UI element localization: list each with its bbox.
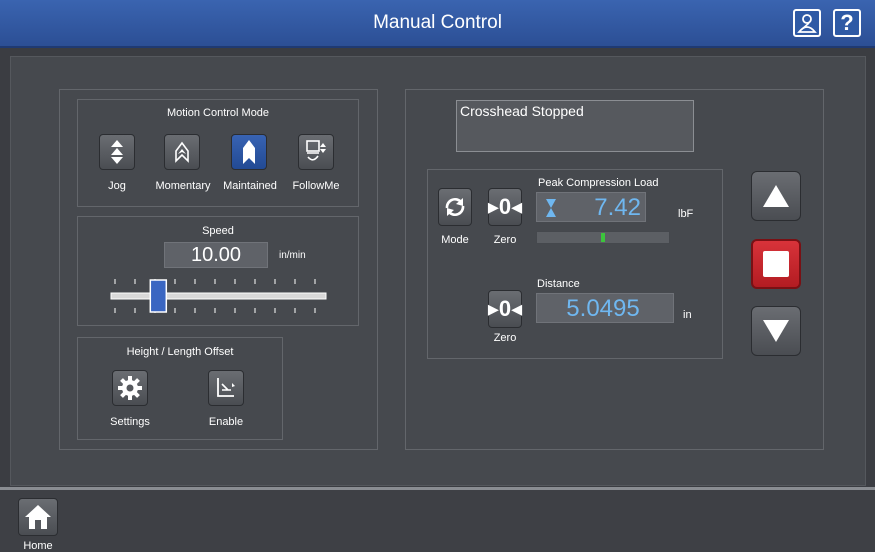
jog-label: Jog — [108, 180, 126, 192]
slider-thumb[interactable] — [149, 279, 168, 313]
followme-icon — [306, 140, 326, 161]
jog-button[interactable] — [99, 134, 135, 170]
load-zero-label: Zero — [493, 234, 517, 246]
status-text: Crosshead Stopped — [460, 103, 584, 119]
momentary-icon — [175, 141, 189, 163]
jog-icon — [111, 140, 123, 164]
offset-enable-icon — [217, 378, 235, 397]
title-bar: Manual Control ? — [0, 0, 875, 48]
move-down-button[interactable] — [751, 306, 801, 356]
speed-title: Speed — [202, 225, 234, 237]
maintained-label: Maintained — [223, 180, 277, 192]
maintained-icon — [243, 140, 255, 164]
zero-icon: ▸0◂ — [487, 194, 523, 219]
help-button[interactable]: ? — [833, 9, 861, 37]
maintained-button[interactable] — [231, 134, 267, 170]
user-icon — [797, 14, 817, 33]
move-up-button[interactable] — [751, 171, 801, 221]
speed-slider[interactable] — [105, 276, 335, 316]
speed-value: 10.00 — [190, 244, 242, 266]
momentary-button[interactable] — [164, 134, 200, 170]
distance-zero-label: Zero — [493, 332, 517, 344]
home-icon — [25, 505, 51, 529]
load-display: 7.42 — [536, 192, 646, 222]
load-value: 7.42 — [594, 194, 641, 221]
load-zero-button[interactable]: ▸0◂ — [488, 188, 522, 226]
footer-bar: Home — [0, 487, 875, 552]
load-unit: lbF — [678, 208, 694, 220]
load-bar — [536, 231, 670, 244]
enable-label: Enable — [208, 416, 244, 428]
enable-offset-button[interactable] — [208, 370, 244, 406]
speed-input[interactable]: 10.00 — [164, 242, 268, 268]
stop-button[interactable] — [751, 239, 801, 289]
settings-button[interactable] — [112, 370, 148, 406]
help-icon: ? — [840, 10, 854, 35]
arrow-up-icon — [763, 185, 789, 207]
user-button[interactable] — [793, 9, 821, 37]
load-bar-marker — [601, 233, 605, 242]
home-label: Home — [23, 540, 53, 552]
motion-mode-title: Motion Control Mode — [166, 107, 270, 119]
cycle-icon — [445, 197, 465, 217]
load-mode-button[interactable] — [438, 188, 472, 226]
status-box: Crosshead Stopped — [456, 100, 694, 152]
offset-title: Height / Length Offset — [126, 346, 234, 358]
stop-icon — [763, 251, 789, 277]
settings-label: Settings — [110, 416, 150, 428]
load-title: Peak Compression Load — [538, 177, 659, 189]
distance-zero-button[interactable]: ▸0◂ — [488, 290, 522, 328]
speed-unit: in/min — [279, 250, 306, 261]
gear-icon — [118, 376, 142, 400]
distance-unit: in — [683, 309, 692, 321]
momentary-label: Momentary — [155, 180, 211, 192]
followme-button[interactable] — [298, 134, 334, 170]
arrow-down-icon — [763, 320, 789, 342]
zero-icon: ▸0◂ — [487, 296, 523, 321]
mode-label: Mode — [441, 234, 469, 246]
slider-track — [110, 292, 327, 300]
distance-display: 5.0495 — [536, 293, 674, 323]
home-button[interactable] — [18, 498, 58, 536]
distance-title: Distance — [537, 278, 580, 290]
followme-label: FollowMe — [292, 180, 340, 192]
distance-value: 5.0495 — [566, 295, 640, 322]
page-title: Manual Control — [373, 12, 502, 33]
